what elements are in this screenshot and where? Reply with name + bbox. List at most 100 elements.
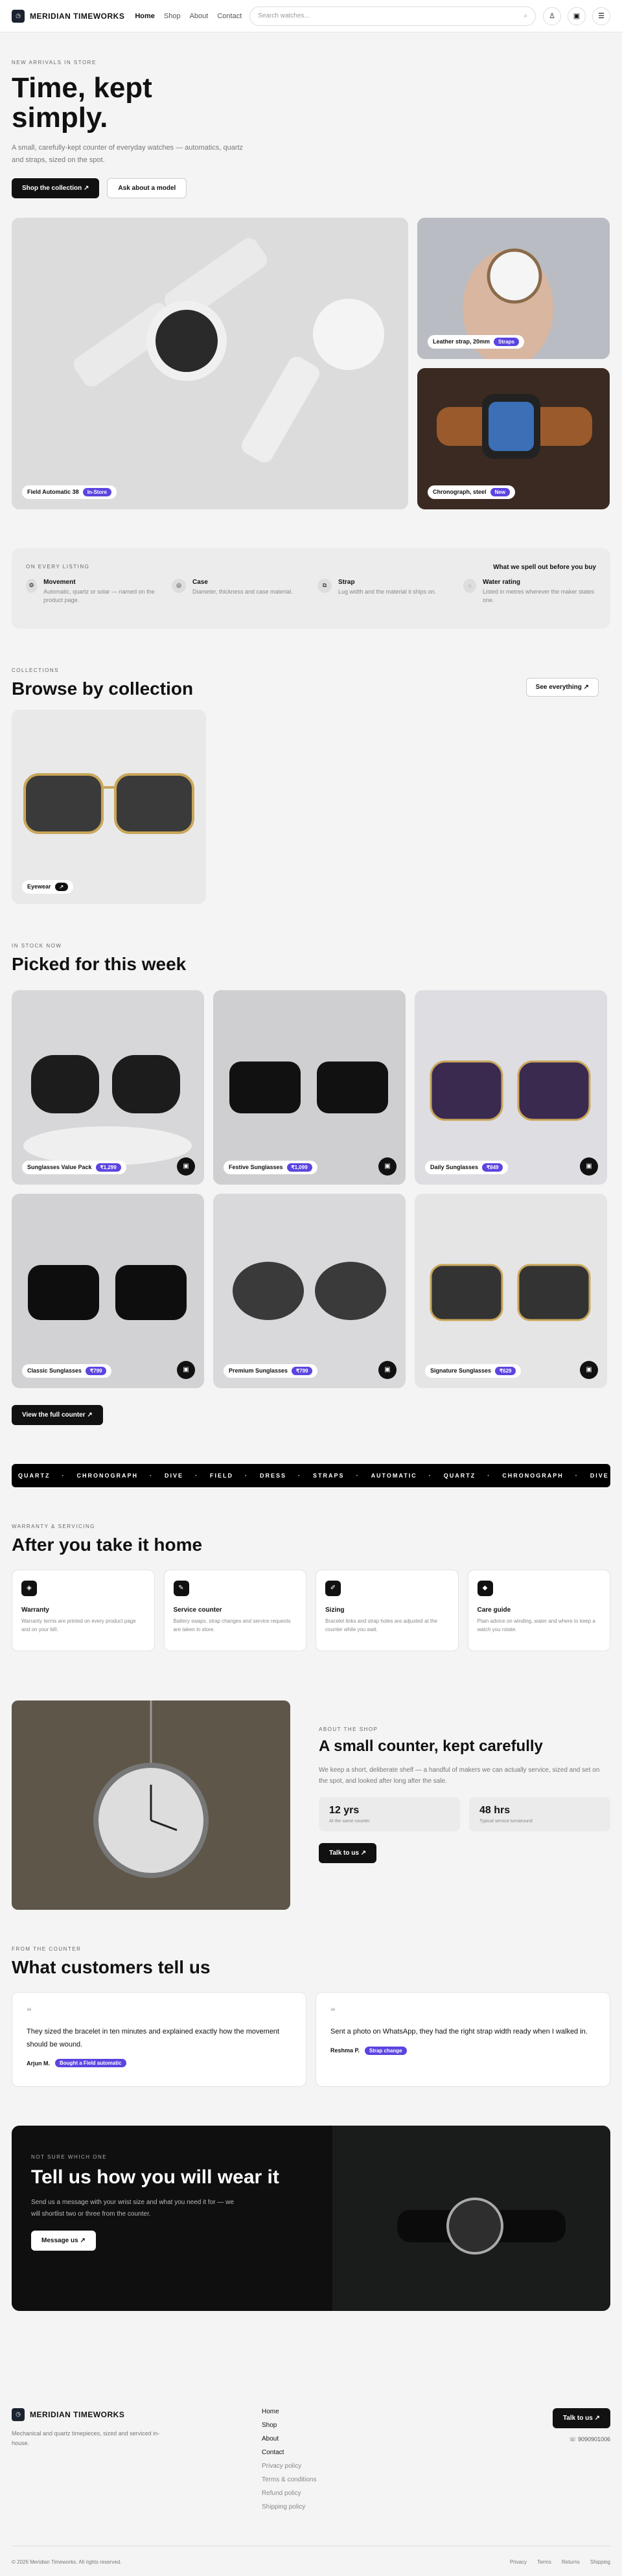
- marquee-item: DIVE: [165, 1472, 184, 1479]
- shop-collection-button[interactable]: Shop the collection ↗: [12, 178, 100, 198]
- add-to-bag-icon[interactable]: ▣: [378, 1157, 397, 1176]
- header-actions: ♙ ▣ ☰: [543, 6, 610, 25]
- marquee-item: CHRONOGRAPH: [76, 1472, 139, 1479]
- pocket-watch-image: [12, 1700, 290, 1910]
- ask-model-button[interactable]: Ask about a model: [107, 178, 187, 198]
- bag-icon[interactable]: ▣: [568, 6, 586, 25]
- spec-item: ◎ Case Diameter, thickness and case materi…: [172, 578, 305, 605]
- hero-title: Time, kept simply.: [12, 72, 152, 134]
- footer-link-shipping[interactable]: Shipping policy: [262, 2503, 316, 2511]
- product-card[interactable]: Signature Sunglasses ₹629 ▣: [415, 1193, 607, 1388]
- product-name: Classic Sunglasses: [27, 1367, 82, 1375]
- add-to-bag-icon[interactable]: ▣: [177, 1157, 195, 1176]
- tag-label: Leather strap, 20mm: [433, 338, 490, 345]
- testimonial-author: Reshma P.: [330, 2047, 360, 2054]
- collection-card-eyewear[interactable]: Eyewear ↗: [12, 709, 206, 904]
- sunglasses-image: [28, 1264, 187, 1320]
- footer-link-contact[interactable]: Contact: [262, 2449, 316, 2456]
- logo-mark: ◷: [12, 9, 25, 23]
- spec-desc: Diameter, thickness and case material.: [192, 588, 293, 595]
- stat-number: 12 yrs: [329, 1804, 360, 1816]
- product-card[interactable]: Classic Sunglasses ₹799 ▣: [12, 1193, 204, 1388]
- product-card[interactable]: Sunglasses Value Pack ₹1,299 ▣: [12, 990, 204, 1185]
- footer-talk-button[interactable]: Talk to us ↗: [552, 2408, 610, 2428]
- marquee-item: QUARTZ: [443, 1472, 476, 1479]
- product-name: Daily Sunglasses: [430, 1164, 479, 1171]
- brand-logo[interactable]: ◷ MERIDIAN TIMEWORKS: [12, 9, 125, 23]
- footer-link-home[interactable]: Home: [262, 2408, 316, 2415]
- category-marquee: QUARTZ · CHRONOGRAPH · DIVE · FIELD · DRESS ·…: [12, 1463, 610, 1487]
- spec-title: Movement: [43, 578, 76, 586]
- spec-item: ◌ Water rating Listed in metres wherever t…: [463, 578, 596, 605]
- add-to-bag-icon[interactable]: ▣: [378, 1360, 397, 1379]
- service-title: Warranty: [21, 1606, 49, 1614]
- services-eyebrow: WARRANTY & SERVICING: [12, 1523, 95, 1529]
- footer-link-privacy[interactable]: Privacy policy: [262, 2463, 316, 2470]
- stat-label: At the same counter: [329, 1818, 370, 1824]
- testimonial-card: ❝ Sent a photo on WhatsApp, they had the…: [316, 1991, 610, 2087]
- marquee-item: DRESS: [260, 1472, 287, 1479]
- brand-name: MERIDIAN TIMEWORKS: [30, 11, 125, 21]
- footer-link-terms[interactable]: Terms & conditions: [262, 2476, 316, 2483]
- nav-shop[interactable]: Shop: [164, 12, 181, 20]
- testimonial-pill: Bought a Field automatic: [55, 2059, 126, 2068]
- footer-link-refund[interactable]: Refund policy: [262, 2490, 316, 2497]
- talk-to-us-button[interactable]: Talk to us ↗: [319, 1842, 377, 1863]
- see-everything-button[interactable]: See everything ↗: [525, 677, 599, 697]
- testimonials-section: FROM THE COUNTER What customers tell us …: [12, 1946, 610, 2087]
- spec-band: ON EVERY LISTING What we spell out befor…: [12, 548, 610, 629]
- cta-body: Send us a message with your wrist size a…: [31, 2198, 234, 2218]
- footer-link-shop[interactable]: Shop: [262, 2422, 316, 2429]
- service-desc: Warranty terms are printed on every prod…: [21, 1618, 136, 1632]
- white-watch-illustration: [12, 217, 408, 509]
- copyright: © 2026 Meridian Timeworks. All rights re…: [12, 2559, 122, 2565]
- hero-image-chrono[interactable]: Chronograph, steel New: [417, 367, 610, 509]
- view-full-counter-button[interactable]: View the full counter ↗: [12, 1404, 103, 1425]
- search-icon[interactable]: ⌕: [524, 12, 528, 19]
- service-desc: Battery swaps, strap changes and service…: [173, 1618, 291, 1632]
- shop-collection-label: Shop the collection: [22, 184, 82, 192]
- bottom-link-returns[interactable]: Returns: [562, 2559, 580, 2565]
- add-to-bag-icon[interactable]: ▣: [177, 1360, 195, 1379]
- see-all-label: See everything: [535, 683, 582, 691]
- spec-title: Case: [192, 578, 208, 586]
- nav-contact[interactable]: Contact: [217, 12, 242, 20]
- view-all-label: View the full counter: [22, 1411, 86, 1419]
- search-input[interactable]: Search watches... ⌕: [249, 6, 536, 26]
- nav-home[interactable]: Home: [135, 12, 155, 20]
- watch-on-wrist-image: [332, 2125, 610, 2311]
- collections-title: Browse by collection: [12, 678, 194, 699]
- menu-icon[interactable]: ☰: [592, 6, 610, 25]
- footer-brand-name: MERIDIAN TIMEWORKS: [30, 2409, 125, 2419]
- logo-mark: ◷: [12, 2408, 25, 2421]
- add-to-bag-icon[interactable]: ▣: [580, 1157, 598, 1176]
- testimonial-card: ❝ They sized the bracelet in ten minutes…: [12, 1991, 306, 2087]
- sunglasses-image: [229, 1061, 388, 1113]
- hero-image-main[interactable]: Field Automatic 38 In-Store: [12, 217, 408, 509]
- phone-icon: ☏: [569, 2435, 577, 2443]
- marquee-item: AUTOMATIC: [371, 1472, 417, 1479]
- testimonials-title: What customers tell us: [12, 1956, 211, 1977]
- tag-pill: Straps: [494, 337, 519, 346]
- site-footer: ◷ MERIDIAN TIMEWORKS Mechanical and quart…: [12, 2408, 610, 2511]
- nav-about[interactable]: About: [190, 12, 209, 20]
- message-us-button[interactable]: Message us ↗: [31, 2230, 96, 2251]
- hero-image-strap[interactable]: Leather strap, 20mm Straps: [417, 217, 610, 359]
- hero-tag-strap: Leather strap, 20mm Straps: [428, 334, 524, 349]
- tag-label: Chronograph, steel: [433, 489, 487, 496]
- product-card[interactable]: Daily Sunglasses ₹849 ▣: [415, 990, 607, 1185]
- footer-logo[interactable]: ◷ MERIDIAN TIMEWORKS: [12, 2408, 262, 2421]
- cta-banner: NOT SURE WHICH ONE Tell us how you will …: [12, 2125, 610, 2311]
- spec-item: ⧉ Strap Lug width and the material it ship…: [317, 578, 450, 605]
- user-icon[interactable]: ♙: [543, 6, 561, 25]
- product-card[interactable]: Festive Sunglasses ₹1,099 ▣: [213, 990, 406, 1185]
- footer-link-about[interactable]: About: [262, 2435, 316, 2443]
- add-to-bag-icon[interactable]: ▣: [580, 1360, 598, 1379]
- product-card[interactable]: Premium Sunglasses ₹799 ▣: [213, 1193, 406, 1388]
- stat-card: 48 hrs Typical service turnaround: [469, 1796, 610, 1831]
- bottom-link-privacy[interactable]: Privacy: [510, 2559, 527, 2565]
- bottom-link-shipping[interactable]: Shipping: [590, 2559, 610, 2565]
- footer-phone[interactable]: 9090901006: [578, 2436, 610, 2443]
- bottom-link-terms[interactable]: Terms: [537, 2559, 551, 2565]
- collections-section: COLLECTIONS Browse by collection See eve…: [12, 667, 610, 904]
